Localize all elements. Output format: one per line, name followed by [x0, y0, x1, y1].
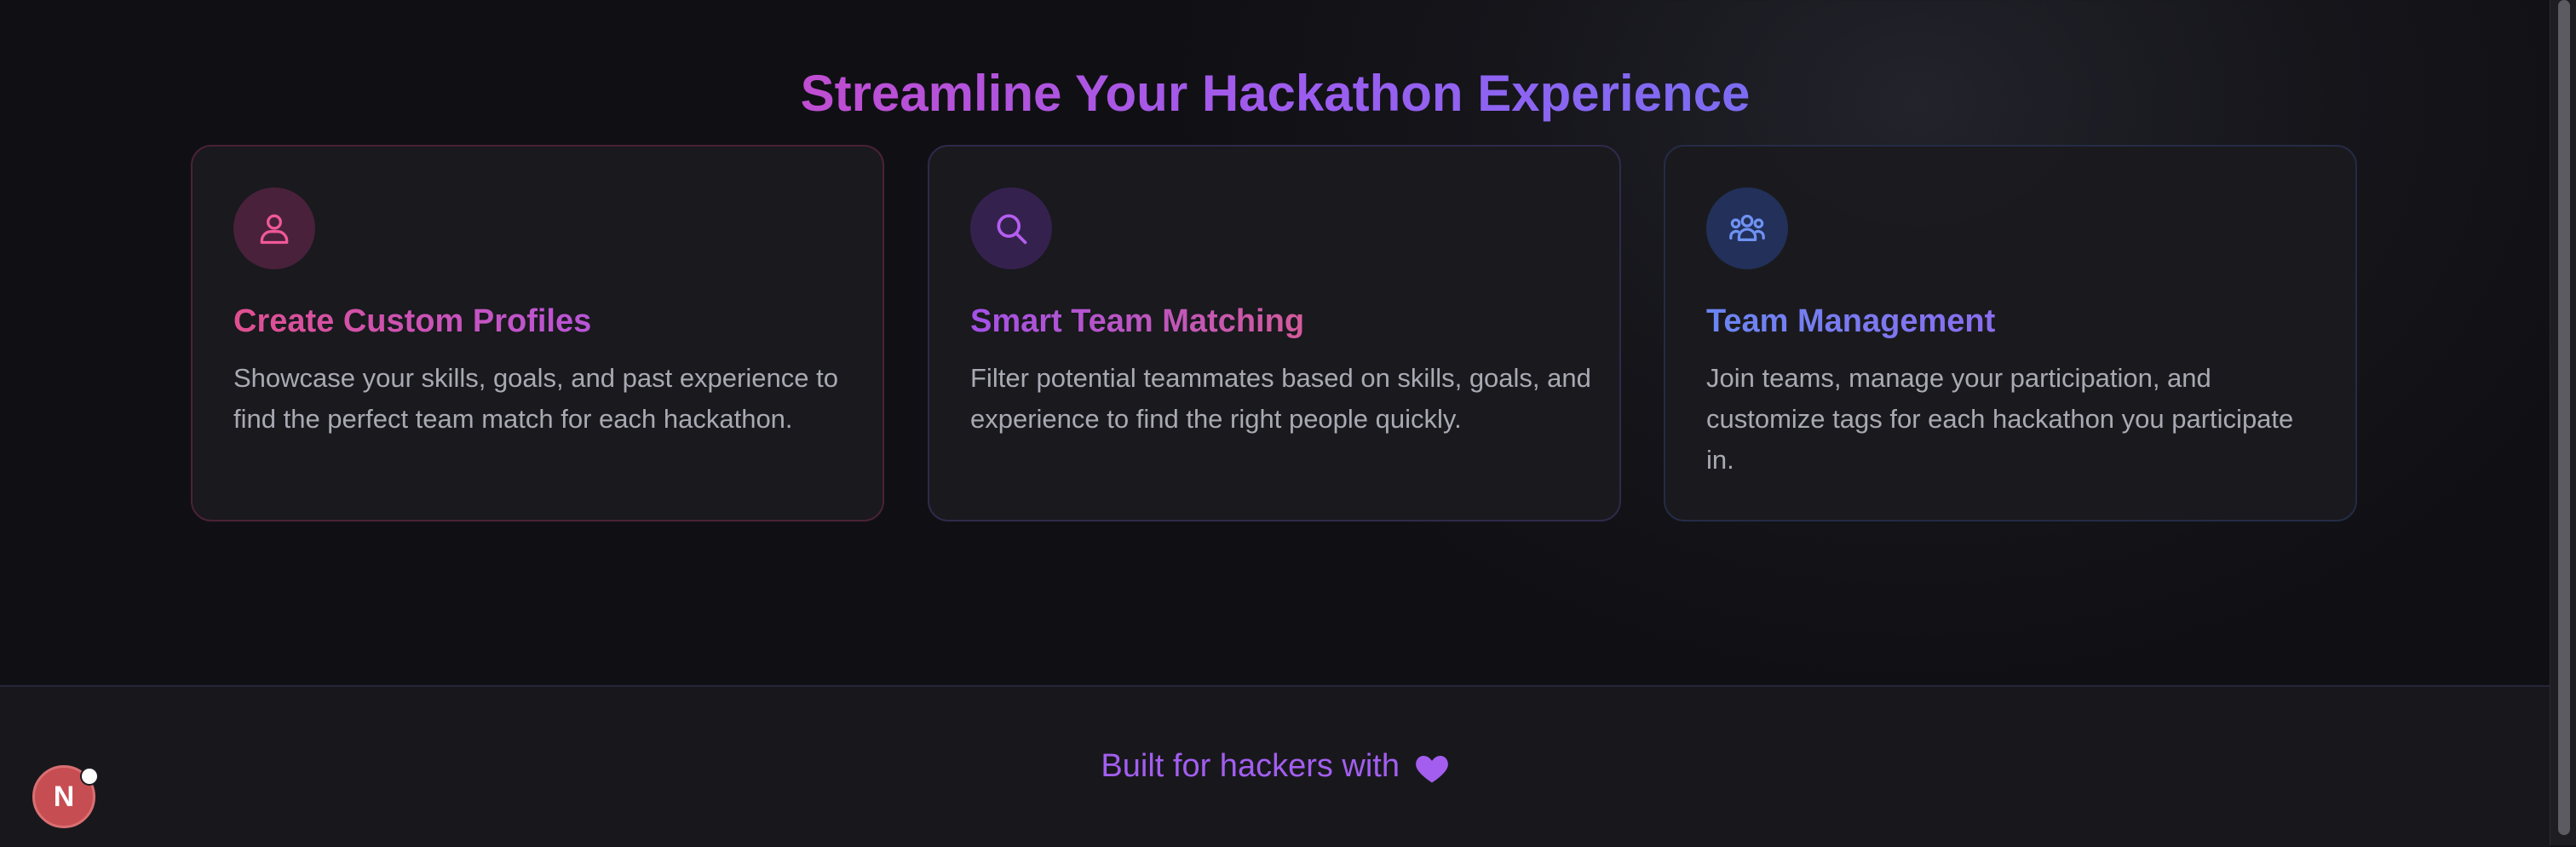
search-icon	[970, 187, 1052, 269]
feature-title: Create Custom Profiles	[233, 303, 592, 339]
feature-card-management: Team Management Join teams, manage your …	[1664, 145, 2357, 521]
feature-description: Showcase your skills, goals, and past ex…	[233, 363, 838, 434]
dev-badge-label: N	[53, 780, 75, 813]
footer-text: Built for hackers with	[0, 745, 2550, 787]
feature-title: Smart Team Matching	[970, 303, 1305, 339]
heart-icon	[1415, 755, 1448, 783]
feature-title: Team Management	[1706, 303, 1996, 339]
users-icon	[1706, 187, 1788, 269]
scrollbar[interactable]	[2550, 0, 2576, 845]
section-title: Streamline Your Hackathon Experience	[800, 65, 1751, 123]
feature-description: Filter potential teammates based on skil…	[970, 363, 1591, 434]
footer: Built for hackers with	[0, 685, 2550, 847]
user-icon	[233, 187, 315, 269]
feature-description: Join teams, manage your participation, a…	[1706, 363, 2294, 475]
features-section: Streamline Your Hackathon Experience Cre…	[0, 0, 2550, 685]
scrollbar-thumb[interactable]	[2558, 0, 2570, 835]
footer-label: Built for hackers with	[1101, 748, 1400, 784]
feature-card-matching: Smart Team Matching Filter potential tea…	[928, 145, 1621, 521]
feature-card-profiles: Create Custom Profiles Showcase your ski…	[191, 145, 884, 521]
notification-dot	[80, 767, 99, 786]
